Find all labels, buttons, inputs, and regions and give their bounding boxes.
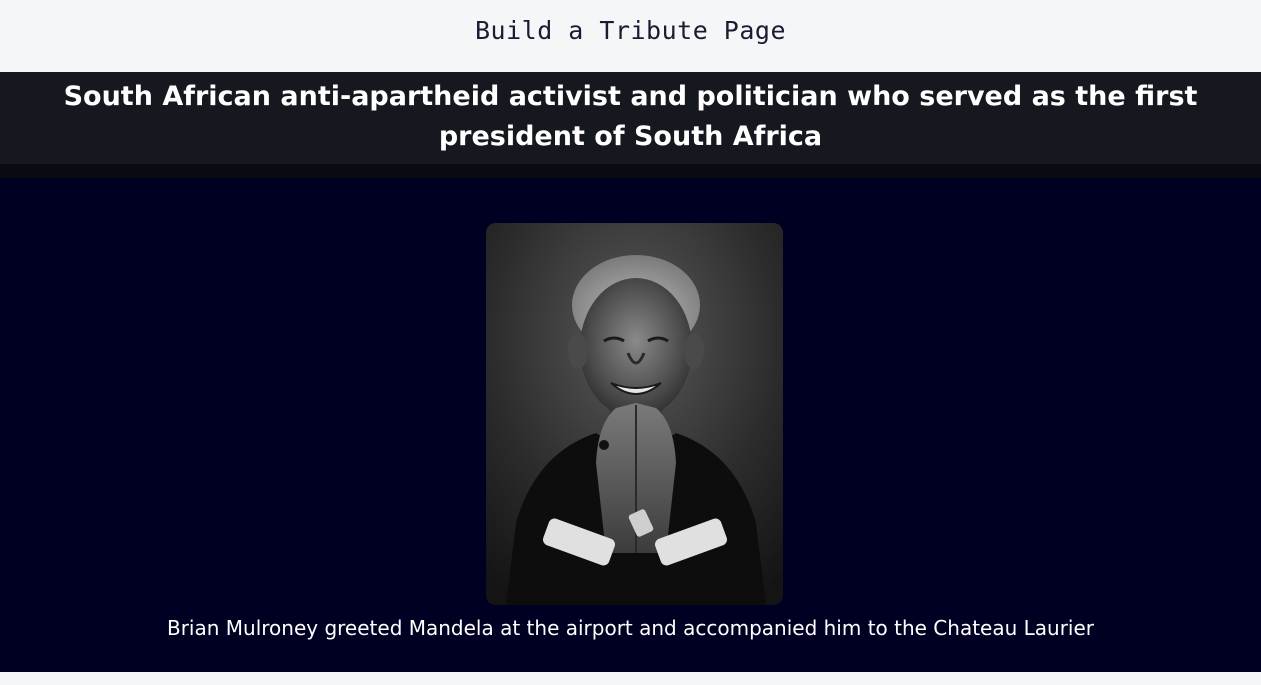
tribute-main: Brian Mulroney greeted Mandela at the ai… bbox=[0, 178, 1261, 672]
tribute-image bbox=[486, 223, 783, 605]
portrait-illustration bbox=[486, 223, 783, 605]
tribute-header: South African anti-apartheid activist an… bbox=[0, 72, 1261, 164]
tribute-headline: South African anti-apartheid activist an… bbox=[63, 81, 1198, 152]
header-shadow bbox=[0, 164, 1261, 178]
preview-top-bar: Build a Tribute Page bbox=[0, 0, 1261, 72]
image-caption: Brian Mulroney greeted Mandela at the ai… bbox=[166, 616, 1095, 640]
preview-bottom-bar bbox=[0, 672, 1261, 685]
page-title: Build a Tribute Page bbox=[474, 15, 787, 45]
